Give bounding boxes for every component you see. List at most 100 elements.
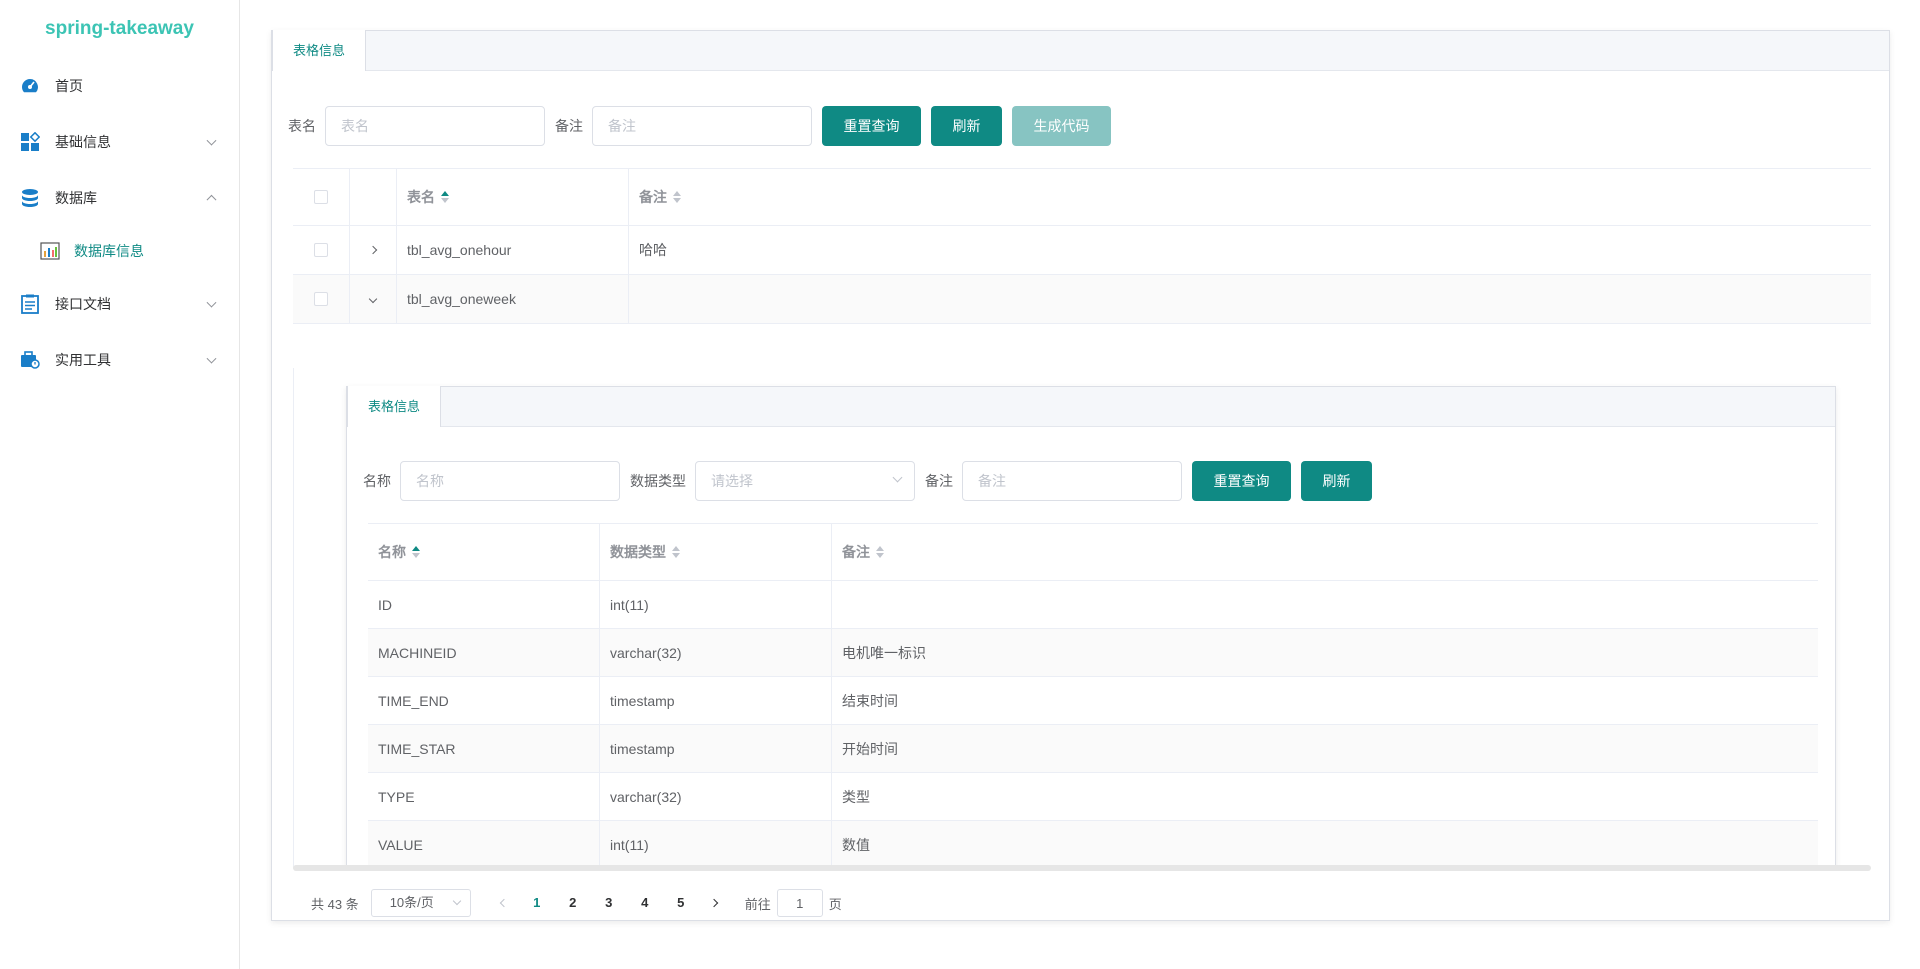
table-row[interactable]: tbl_avg_oneweek <box>293 275 1871 324</box>
table-name-label: 表名 <box>288 118 316 134</box>
cell-column-name: TIME_STAR <box>368 725 600 772</box>
chevron-down-icon <box>206 135 217 146</box>
select-all-cell <box>293 169 350 225</box>
table-row[interactable]: TIME_STAR timestamp 开始时间 <box>368 725 1818 773</box>
goto-prefix: 前往 <box>744 896 771 912</box>
data-type-select[interactable] <box>695 461 915 501</box>
column-header-table-name[interactable]: 表名 <box>397 169 629 225</box>
cell-data-type: timestamp <box>600 725 832 772</box>
page-number-5[interactable]: 5 <box>663 889 699 917</box>
inner-refresh-button[interactable]: 刷新 <box>1301 461 1372 501</box>
data-type-select-input[interactable] <box>695 461 915 501</box>
sidebar-item-label: 接口文档 <box>55 296 111 312</box>
page-number-2[interactable]: 2 <box>555 889 591 917</box>
sidebar-item-label: 数据库 <box>55 190 97 206</box>
tab-table-info[interactable]: 表格信息 <box>272 30 367 71</box>
table-row[interactable]: MACHINEID varchar(32) 电机唯一标识 <box>368 629 1818 677</box>
table-row[interactable]: TYPE varchar(32) 类型 <box>368 773 1818 821</box>
inner-remark-label: 备注 <box>925 473 953 489</box>
chevron-left-icon <box>499 898 508 908</box>
cell-data-type: int(11) <box>600 581 832 628</box>
sort-icon[interactable] <box>876 546 884 558</box>
filter-form: 表名 备注 重置查询 刷新 生成代码 <box>288 106 1111 146</box>
cell-remark: 数值 <box>842 836 870 853</box>
cell-remark: 哈哈 <box>639 242 667 258</box>
sort-icon[interactable] <box>441 191 449 203</box>
table-row[interactable]: VALUE int(11) 数值 <box>368 821 1818 868</box>
column-name-input[interactable] <box>400 461 620 501</box>
generate-code-button[interactable]: 生成代码 <box>1012 106 1111 146</box>
sidebar-item-tools[interactable]: 实用工具 <box>0 332 239 388</box>
row-select-cell <box>293 226 350 274</box>
table-header: 名称 数据类型 备注 <box>368 523 1818 581</box>
reset-query-button[interactable]: 重置查询 <box>822 106 921 146</box>
table-row[interactable]: TIME_END timestamp 结束时间 <box>368 677 1818 725</box>
table-row[interactable]: tbl_avg_onehour 哈哈 <box>293 226 1871 275</box>
table-row[interactable]: ID int(11) <box>368 581 1818 629</box>
row-checkbox[interactable] <box>314 243 328 257</box>
sort-icon[interactable] <box>673 191 681 203</box>
cell-data-type: varchar(32) <box>600 773 832 820</box>
inner-reset-query-button[interactable]: 重置查询 <box>1192 461 1291 501</box>
table-info-card: 表格信息 表名 备注 重置查询 刷新 生成代码 表名 备注 <box>271 30 1890 921</box>
horizontal-scrollbar[interactable] <box>293 865 1871 871</box>
chevron-down-icon <box>206 353 217 364</box>
tab-bar: 表格信息 <box>272 30 1889 71</box>
column-header-label: 数据类型 <box>610 544 666 560</box>
tables-table: 表名 备注 tbl_avg_onehour 哈哈 tbl_avg_oneweek <box>293 168 1871 324</box>
page-number-1[interactable]: 1 <box>519 889 555 917</box>
page-number-3[interactable]: 3 <box>591 889 627 917</box>
sort-icon[interactable] <box>412 546 420 558</box>
sidebar-item-database[interactable]: 数据库 <box>0 170 239 226</box>
inner-remark-input[interactable] <box>962 461 1182 501</box>
remark-label: 备注 <box>555 118 583 134</box>
column-header-label: 名称 <box>378 544 406 560</box>
chevron-right-icon[interactable] <box>368 245 378 255</box>
cell-column-name: MACHINEID <box>368 629 600 676</box>
sidebar-item-database-info[interactable]: 数据库信息 <box>0 226 239 276</box>
sidebar-item-label: 基础信息 <box>55 134 111 150</box>
cell-data-type: varchar(32) <box>600 629 832 676</box>
sidebar-item-api-docs[interactable]: 接口文档 <box>0 276 239 332</box>
next-page-button[interactable] <box>699 889 729 917</box>
column-header-data-type[interactable]: 数据类型 <box>600 524 832 580</box>
table-header: 表名 备注 <box>293 168 1871 226</box>
cell-table-name: tbl_avg_onehour <box>397 226 629 274</box>
refresh-button[interactable]: 刷新 <box>931 106 1002 146</box>
sort-icon[interactable] <box>672 546 680 558</box>
cell-column-name: VALUE <box>368 821 600 868</box>
inner-filter-form: 名称 数据类型 备注 重置查询 刷新 <box>363 461 1372 501</box>
pagination: 共 43 条 10条/页 1 2 3 4 5 前往 页 <box>311 889 842 917</box>
column-header-remark[interactable]: 备注 <box>832 524 1818 580</box>
chart-icon <box>40 242 60 260</box>
column-header-label: 备注 <box>639 189 667 205</box>
select-all-checkbox[interactable] <box>314 190 328 204</box>
cell-table-name: tbl_avg_oneweek <box>397 275 629 323</box>
row-expand-cell[interactable] <box>350 226 397 274</box>
column-header-name[interactable]: 名称 <box>368 524 600 580</box>
row-checkbox[interactable] <box>314 292 328 306</box>
chevron-down-icon[interactable] <box>368 294 378 304</box>
document-icon <box>21 294 39 314</box>
data-type-label: 数据类型 <box>630 473 686 489</box>
page-size-value: 10条/页 <box>389 895 434 910</box>
cell-data-type: int(11) <box>600 821 832 868</box>
cell-remark: 电机唯一标识 <box>842 644 926 661</box>
remark-input[interactable] <box>592 106 812 146</box>
column-header-remark[interactable]: 备注 <box>629 169 1871 225</box>
dashboard-icon <box>22 79 38 93</box>
page-number-4[interactable]: 4 <box>627 889 663 917</box>
table-name-input[interactable] <box>325 106 545 146</box>
row-select-cell <box>293 275 350 323</box>
tab-inner-table-info[interactable]: 表格信息 <box>347 386 442 427</box>
prev-page-button[interactable] <box>489 889 519 917</box>
database-icon <box>22 189 38 207</box>
sidebar-item-home[interactable]: 首页 <box>0 58 239 114</box>
sidebar-item-basic-info[interactable]: 基础信息 <box>0 114 239 170</box>
expanded-row-content: 表格信息 名称 数据类型 备注 重置查询 刷新 名称 <box>293 368 1871 868</box>
row-expand-cell[interactable] <box>350 275 397 323</box>
page-size-select[interactable]: 10条/页 <box>370 889 471 917</box>
column-header-label: 备注 <box>842 544 870 560</box>
goto-page-input[interactable] <box>776 889 823 917</box>
chevron-up-icon <box>206 194 217 205</box>
